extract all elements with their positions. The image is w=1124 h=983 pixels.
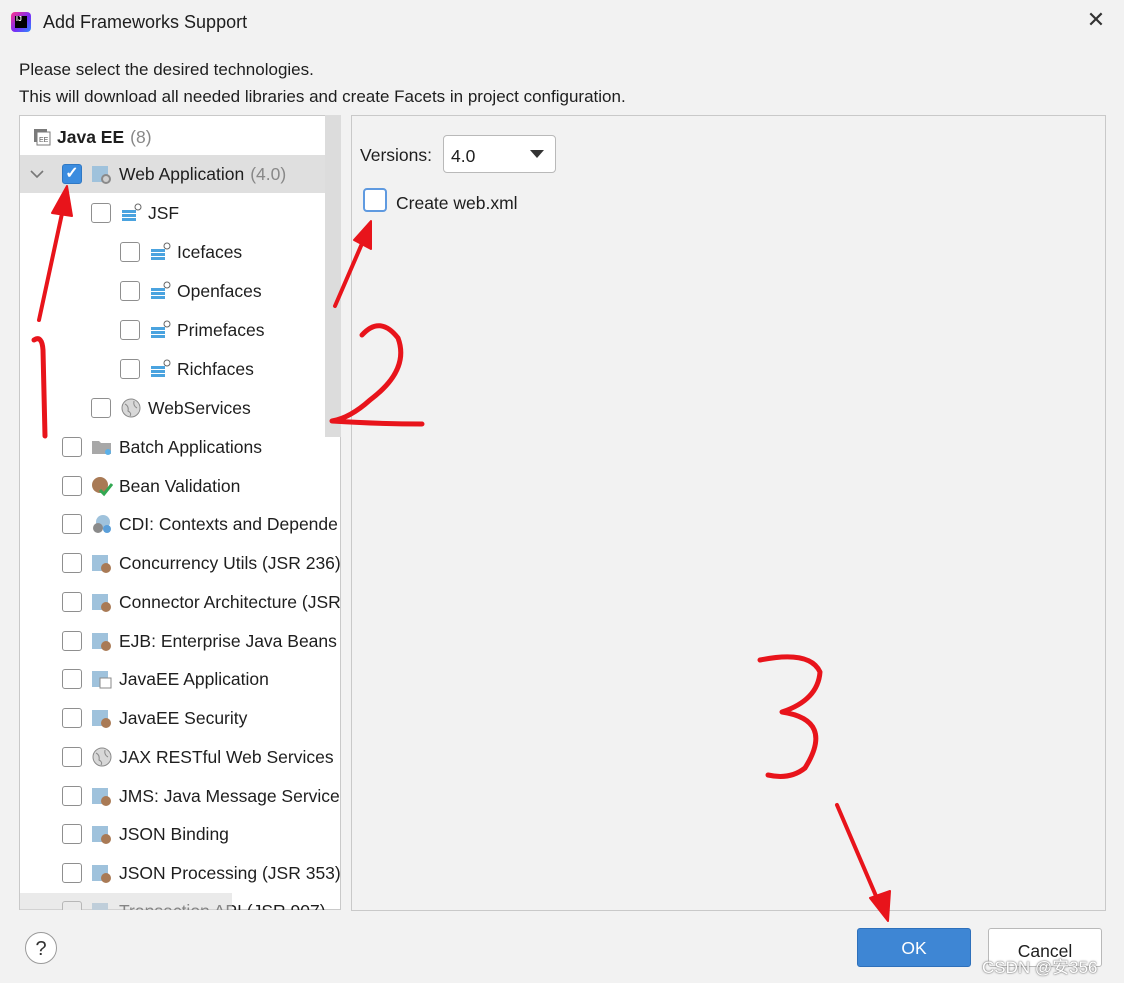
tree-item-bean-validation[interactable]: Bean Validation xyxy=(62,467,240,505)
tree-item-label: Openfaces xyxy=(177,280,262,301)
tree-item-label: Connector Architecture (JSR xyxy=(119,591,341,612)
tree-item-label: JavaEE Security xyxy=(119,707,248,728)
tree-item-label: Bean Validation xyxy=(119,475,241,496)
tree-item-javaee-security[interactable]: JavaEE Security xyxy=(62,699,247,737)
checkbox-javaee-security[interactable] xyxy=(62,708,82,728)
tree-item-label: EJB: Enterprise Java Beans xyxy=(119,630,337,651)
tree-item-webservices[interactable]: WebServices xyxy=(91,389,251,427)
ok-button[interactable]: OK xyxy=(857,928,971,967)
folder-icon xyxy=(92,441,111,455)
tree-scrollbar[interactable] xyxy=(325,115,341,437)
checkbox-batch-applications[interactable] xyxy=(62,437,82,457)
tree-item-label: Icefaces xyxy=(177,241,243,262)
jsf-icon xyxy=(151,281,171,299)
intellij-app-icon-mark: IJ xyxy=(15,16,27,28)
tree-item-label: Batch Applications xyxy=(119,436,263,457)
dialog-title: Add Frameworks Support xyxy=(43,12,248,32)
checkbox-jax-rs[interactable] xyxy=(62,747,82,767)
help-button[interactable]: ? xyxy=(25,932,57,964)
create-webxml-checkbox[interactable] xyxy=(363,188,387,212)
javaee-module-icon xyxy=(92,826,111,844)
tree-item-icefaces[interactable]: Icefaces xyxy=(120,233,242,271)
tree-item-json-processing[interactable]: JSON Processing (JSR 353) xyxy=(62,854,341,892)
tree-item-label: Web Application xyxy=(119,163,245,184)
create-webxml-label[interactable]: Create web.xml xyxy=(396,193,518,214)
checkbox-javaee-application[interactable] xyxy=(62,669,82,689)
tree-item-json-binding[interactable]: JSON Binding xyxy=(62,815,229,853)
checkbox-icefaces[interactable] xyxy=(120,242,140,262)
checkbox-concurrency-utils[interactable] xyxy=(62,553,82,573)
framework-settings-panel xyxy=(351,115,1106,911)
tree-item-jms[interactable]: JMS: Java Message Service xyxy=(62,777,340,815)
checkbox-jsf[interactable] xyxy=(91,203,111,223)
checkbox-json-binding[interactable] xyxy=(62,824,82,844)
javaee-application-icon xyxy=(92,671,112,689)
bean-validation-icon xyxy=(92,477,113,497)
tree-item-cdi[interactable]: CDI: Contexts and Depende xyxy=(62,505,338,543)
checkbox-web-application[interactable]: ✓ xyxy=(62,164,82,184)
javaee-module-icon xyxy=(92,633,111,651)
description-line-2: This will download all needed libraries … xyxy=(19,87,626,106)
cdi-icon xyxy=(93,515,111,533)
tree-group-javaee[interactable]: EE Java EE (8) xyxy=(33,118,152,156)
tree-item-label: WebServices xyxy=(148,397,251,418)
description-line-1: Please select the desired technologies. xyxy=(19,60,314,79)
jsf-icon xyxy=(122,203,142,221)
tree-item-connector-architecture[interactable]: Connector Architecture (JSR xyxy=(62,583,341,621)
checkbox-jms[interactable] xyxy=(62,786,82,806)
jsf-icon xyxy=(151,320,171,338)
checkbox-bean-validation[interactable] xyxy=(62,476,82,496)
tree-item-jsf[interactable]: JSF xyxy=(91,194,179,232)
globe-icon xyxy=(121,398,141,418)
tree-item-label: Richfaces xyxy=(177,358,254,379)
checkbox-openfaces[interactable] xyxy=(120,281,140,301)
dropdown-arrow-icon[interactable] xyxy=(530,150,544,158)
checkbox-ejb[interactable] xyxy=(62,631,82,651)
checkbox-connector-architecture[interactable] xyxy=(62,592,82,612)
versions-label: Versions: xyxy=(360,145,432,165)
group-count: (8) xyxy=(130,126,152,147)
javaee-module-icon xyxy=(92,788,111,806)
checkbox-richfaces[interactable] xyxy=(120,359,140,379)
tree-item-label: JSON Binding xyxy=(119,823,229,844)
tree-item-label: CDI: Contexts and Depende xyxy=(119,513,338,534)
jsf-icon xyxy=(151,242,171,260)
tree-item-batch-applications[interactable]: Batch Applications xyxy=(62,428,262,466)
tree-item-label: JSON Processing (JSR 353) xyxy=(119,862,341,883)
globe-icon xyxy=(92,747,112,767)
tree-item-richfaces[interactable]: Richfaces xyxy=(120,350,254,388)
tree-item-label: JavaEE Application xyxy=(119,668,269,689)
tree-item-web-application[interactable]: ✓ Web Application (4.0) xyxy=(28,155,286,193)
tree-item-jax-rs[interactable]: JAX RESTful Web Services xyxy=(62,738,334,776)
tree-item-openfaces[interactable]: Openfaces xyxy=(120,272,262,310)
versions-selected-value: 4.0 xyxy=(451,146,476,166)
tree-item-javaee-application[interactable]: JavaEE Application xyxy=(62,660,269,698)
tree-item-label: JAX RESTful Web Services xyxy=(119,746,334,767)
tree-item-ejb[interactable]: EJB: Enterprise Java Beans xyxy=(62,622,337,660)
chevron-down-icon[interactable] xyxy=(28,165,46,183)
svg-text:EE: EE xyxy=(39,137,49,144)
tree-item-label: JMS: Java Message Service xyxy=(119,785,340,806)
tree-item-label: Primefaces xyxy=(177,319,265,340)
tree-item-primefaces[interactable]: Primefaces xyxy=(120,311,265,349)
javaee-group-icon: EE xyxy=(34,129,51,146)
javaee-module-icon xyxy=(92,594,111,612)
checkbox-primefaces[interactable] xyxy=(120,320,140,340)
checkbox-cdi[interactable] xyxy=(62,514,82,534)
tree-item-label: JSF xyxy=(148,202,180,223)
javaee-module-icon xyxy=(92,710,111,728)
checkbox-json-processing[interactable] xyxy=(62,863,82,883)
watermark: CSDN @安356 xyxy=(982,958,1098,977)
close-icon[interactable]: ✕ xyxy=(1082,6,1110,34)
group-label: Java EE xyxy=(57,126,125,147)
javaee-module-icon xyxy=(92,865,111,883)
web-application-icon xyxy=(92,166,111,184)
tree-item-concurrency-utils[interactable]: Concurrency Utils (JSR 236) xyxy=(62,544,341,582)
tree-item-label: Concurrency Utils (JSR 236) xyxy=(119,552,341,573)
tree-hover-row xyxy=(20,893,232,910)
jsf-icon xyxy=(151,359,171,377)
javaee-module-icon xyxy=(92,555,111,573)
checkbox-webservices[interactable] xyxy=(91,398,111,418)
tree-item-version: (4.0) xyxy=(250,163,287,184)
